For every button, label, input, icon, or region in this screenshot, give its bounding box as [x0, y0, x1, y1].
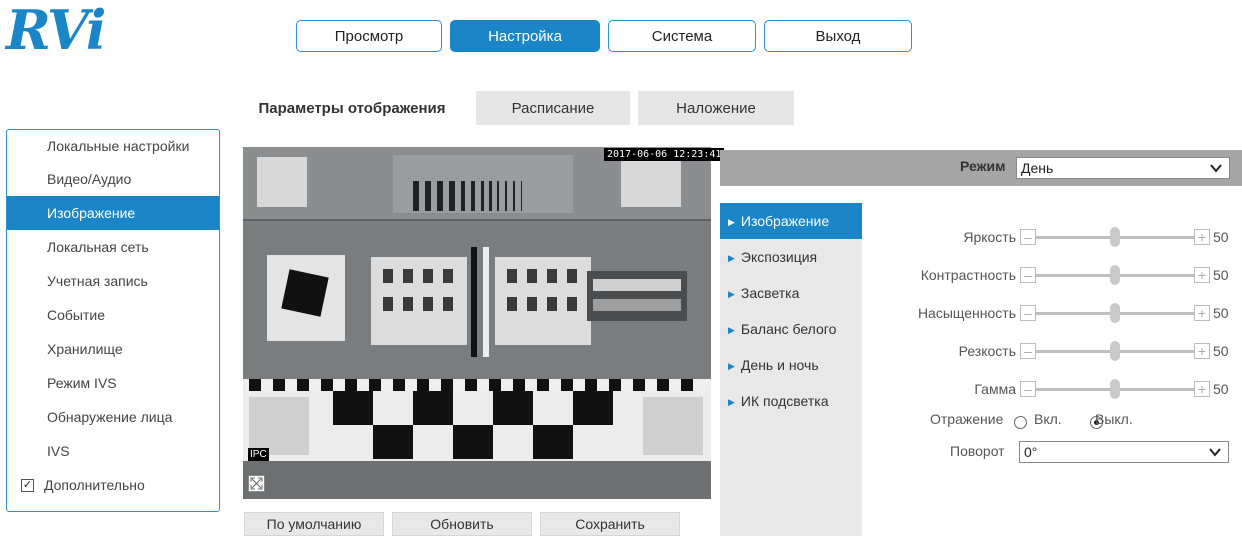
sidebar-item-local-settings[interactable]: Локальные настройки: [7, 130, 219, 162]
video-control-bar: [243, 461, 711, 499]
slider-row-contrast: Контрастность – + 50: [876, 258, 1242, 296]
slider-row-saturation: Насыщенность – + 50: [876, 296, 1242, 334]
mirror-on-radio[interactable]: [1014, 415, 1027, 429]
image-submenu: ▶ Изображение ▶ Экспозиция ▶ Засветка ▶ Бала…: [720, 203, 862, 536]
slider-label: Яркость: [963, 229, 1016, 245]
video-preview: [243, 147, 711, 499]
osd-timestamp: 2017-06-06 12:23:41: [604, 148, 725, 161]
rotation-select-value: 0°: [1024, 444, 1038, 460]
slider-label: Контрастность: [920, 267, 1016, 283]
decrease-button[interactable]: –: [1020, 305, 1036, 321]
refresh-button[interactable]: Обновить: [392, 512, 532, 536]
osd-channel-label: IPC: [248, 448, 269, 461]
mode-select[interactable]: День: [1016, 157, 1230, 179]
increase-button[interactable]: +: [1194, 267, 1210, 283]
caret-right-icon: ▶: [728, 289, 735, 300]
sidebar-item-event[interactable]: Событие: [7, 298, 219, 332]
settings-sidebar: Локальные настройки Видео/Аудио Изображе…: [6, 129, 220, 512]
slider-thumb[interactable]: [1110, 227, 1120, 247]
sidebar-item-face-detection[interactable]: Обнаружение лица: [7, 400, 219, 434]
slider-label: Резкость: [958, 343, 1016, 359]
decrease-button[interactable]: –: [1020, 267, 1036, 283]
sidebar-item-advanced[interactable]: ✓ Дополнительно: [7, 468, 219, 502]
increase-button[interactable]: +: [1194, 305, 1210, 321]
submenu-label: Засветка: [740, 285, 800, 301]
slider-row-sharpness: Резкость – + 50: [876, 334, 1242, 372]
brand-logo: RVi: [6, 0, 106, 62]
mirror-off-label: Выкл.: [1095, 411, 1133, 427]
slider-list: Яркость – + 50 Контрастность – + 50 Насы…: [876, 220, 1242, 410]
settings-tabs: Параметры отображения Расписание Наложен…: [230, 91, 794, 125]
caret-right-icon: ▶: [728, 325, 735, 336]
nav-system-button[interactable]: Система: [608, 20, 756, 52]
slider-thumb[interactable]: [1110, 379, 1120, 399]
submenu-item-white-balance[interactable]: ▶ Баланс белого: [720, 311, 862, 347]
mode-label: Режим: [960, 158, 1006, 174]
rotation-label: Поворот: [950, 443, 1005, 459]
fullscreen-button[interactable]: [248, 475, 265, 492]
caret-right-icon: ▶: [728, 397, 735, 408]
slider-row-gamma: Гамма – + 50: [876, 372, 1242, 410]
mirror-label: Отражение: [930, 411, 1004, 427]
sidebar-item-account[interactable]: Учетная запись: [7, 264, 219, 298]
mirror-row: Отражение Вкл. Выкл.: [876, 410, 1242, 432]
submenu-item-ir-light[interactable]: ▶ ИК подсветка: [720, 383, 862, 419]
tab-schedule[interactable]: Расписание: [476, 91, 630, 125]
sidebar-item-image[interactable]: Изображение: [7, 196, 219, 230]
submenu-label: ИК подсветка: [740, 393, 829, 409]
submenu-item-day-night[interactable]: ▶ День и ночь: [720, 347, 862, 383]
advanced-checkbox[interactable]: ✓: [21, 478, 34, 492]
sidebar-item-ivs[interactable]: IVS: [7, 434, 219, 468]
chevron-down-icon: [1210, 164, 1222, 173]
caret-right-icon: ▶: [728, 361, 735, 372]
default-button[interactable]: По умолчанию: [244, 512, 384, 536]
slider-value: 50: [1213, 305, 1229, 321]
slider-thumb[interactable]: [1110, 303, 1120, 323]
slider-row-brightness: Яркость – + 50: [876, 220, 1242, 258]
submenu-item-exposure[interactable]: ▶ Экспозиция: [720, 239, 862, 275]
slider-label: Насыщенность: [917, 305, 1016, 321]
slider-thumb[interactable]: [1110, 341, 1120, 361]
submenu-label: Экспозиция: [740, 249, 818, 265]
nav-settings-button[interactable]: Настройка: [450, 20, 600, 52]
sidebar-item-advanced-label: Дополнительно: [44, 477, 145, 493]
top-nav: Просмотр Настройка Система Выход: [296, 20, 912, 52]
increase-button[interactable]: +: [1194, 229, 1210, 245]
submenu-label: День и ночь: [740, 357, 819, 373]
slider-value: 50: [1213, 343, 1229, 359]
nav-exit-button[interactable]: Выход: [764, 20, 912, 52]
nav-view-button[interactable]: Просмотр: [296, 20, 442, 52]
chevron-down-icon: [1209, 448, 1221, 457]
slider-value: 50: [1213, 381, 1229, 397]
submenu-label: Изображение: [740, 213, 830, 229]
tab-display-params[interactable]: Параметры отображения: [230, 91, 474, 125]
sidebar-item-storage[interactable]: Хранилище: [7, 332, 219, 366]
submenu-item-image[interactable]: ▶ Изображение: [720, 203, 862, 239]
rotation-select[interactable]: 0°: [1019, 441, 1229, 463]
test-chart-image: [243, 147, 711, 499]
decrease-button[interactable]: –: [1020, 343, 1036, 359]
sidebar-item-network[interactable]: Локальная сеть: [7, 230, 219, 264]
submenu-label: Баланс белого: [740, 321, 837, 337]
tab-overlay[interactable]: Наложение: [638, 91, 794, 125]
sidebar-item-video-audio[interactable]: Видео/Аудио: [7, 162, 219, 196]
sidebar-item-ivs-mode[interactable]: Режим IVS: [7, 366, 219, 400]
slider-thumb[interactable]: [1110, 265, 1120, 285]
decrease-button[interactable]: –: [1020, 229, 1036, 245]
slider-value: 50: [1213, 229, 1229, 245]
mirror-on-label: Вкл.: [1034, 411, 1062, 427]
slider-value: 50: [1213, 267, 1229, 283]
save-button[interactable]: Сохранить: [540, 512, 680, 536]
caret-right-icon: ▶: [728, 253, 735, 264]
mode-select-value: День: [1021, 160, 1054, 176]
fullscreen-icon: [250, 477, 263, 490]
caret-right-icon: ▶: [728, 217, 735, 228]
decrease-button[interactable]: –: [1020, 381, 1036, 397]
submenu-item-backlight[interactable]: ▶ Засветка: [720, 275, 862, 311]
slider-label: Гамма: [974, 381, 1016, 397]
increase-button[interactable]: +: [1194, 381, 1210, 397]
increase-button[interactable]: +: [1194, 343, 1210, 359]
